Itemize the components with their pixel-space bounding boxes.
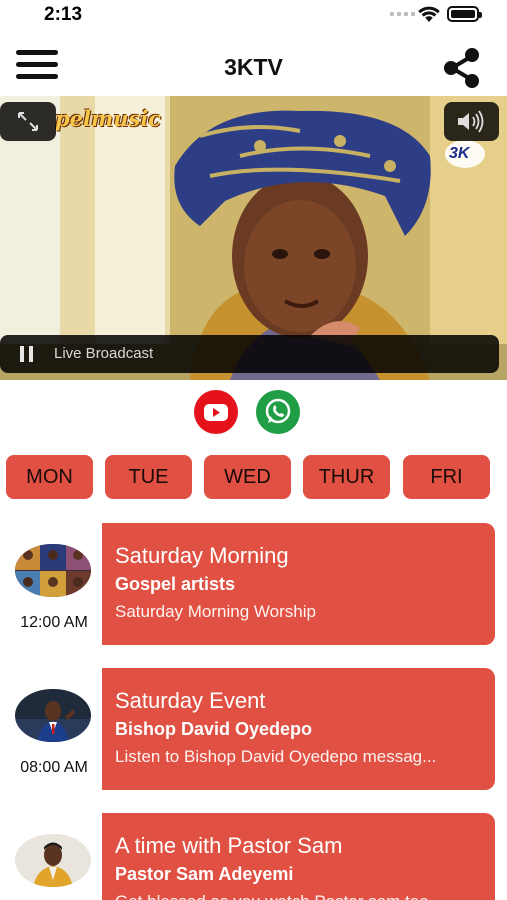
player-control-bar: Live Broadcast (0, 335, 499, 373)
schedule-card[interactable]: Saturday Event Bishop David Oyedepo List… (102, 668, 495, 790)
live-broadcast-label: Live Broadcast (54, 345, 154, 362)
avatar (15, 834, 91, 887)
signal-icon (390, 12, 415, 16)
schedule-card[interactable]: A time with Pastor Sam Pastor Sam Adeyem… (102, 813, 495, 900)
item-description: Listen to Bishop David Oyedepo messag... (115, 747, 437, 766)
video-player[interactable]: pelmusic 3K Live Broadcast (0, 96, 507, 380)
share-icon (444, 48, 479, 88)
speaker-icon (458, 110, 484, 133)
item-description: Saturday Morning Worship (115, 602, 316, 621)
tab-fri[interactable]: FRI (403, 455, 490, 499)
page-title: 3KTV (224, 54, 283, 80)
youtube-button[interactable] (194, 390, 238, 434)
share-button[interactable] (440, 46, 484, 90)
fullscreen-button[interactable] (0, 102, 56, 141)
item-title: Saturday Morning (115, 543, 289, 568)
status-bar: 2:13 (0, 0, 507, 32)
youtube-icon (204, 404, 228, 421)
item-time: 08:00 AM (20, 759, 88, 776)
avatar (15, 544, 91, 597)
wifi-icon (418, 6, 440, 22)
tab-thur[interactable]: THUR (303, 455, 390, 499)
whatsapp-icon (265, 398, 291, 424)
nav-bar: 3KTV (0, 38, 507, 96)
schedule-card[interactable]: Saturday Morning Gospel artists Saturday… (102, 523, 495, 645)
channel-logo: 3K (449, 145, 470, 162)
whatsapp-button[interactable] (256, 390, 300, 434)
list-item: 08:00 AM Saturday Event Bishop David Oye… (0, 668, 507, 790)
expand-arrows-icon (18, 112, 38, 131)
list-item: A time with Pastor Sam Pastor Sam Adeyem… (0, 813, 507, 900)
item-title: A time with Pastor Sam (115, 833, 343, 858)
item-host: Pastor Sam Adeyemi (115, 864, 294, 884)
volume-button[interactable] (444, 102, 499, 141)
item-host: Bishop David Oyedepo (115, 719, 313, 739)
pause-icon[interactable] (20, 346, 34, 362)
tab-wed[interactable]: WED (204, 455, 291, 499)
item-title: Saturday Event (115, 688, 266, 713)
tab-tue[interactable]: TUE (105, 455, 192, 499)
list-item: 12:00 AM Saturday Morning Gospel artists… (0, 523, 507, 645)
video-watermark-text: pelmusic (55, 106, 162, 131)
status-time: 2:13 (44, 4, 83, 25)
tab-mon[interactable]: MON (6, 455, 93, 499)
item-time: 12:00 AM (20, 614, 88, 631)
avatar (15, 689, 91, 742)
item-host: Gospel artists (115, 574, 236, 594)
day-tabs: MON TUE WED THUR FRI (0, 455, 507, 499)
item-description: Get blessed as you watch Pastor sam tea (115, 891, 481, 900)
battery-icon (447, 6, 482, 22)
